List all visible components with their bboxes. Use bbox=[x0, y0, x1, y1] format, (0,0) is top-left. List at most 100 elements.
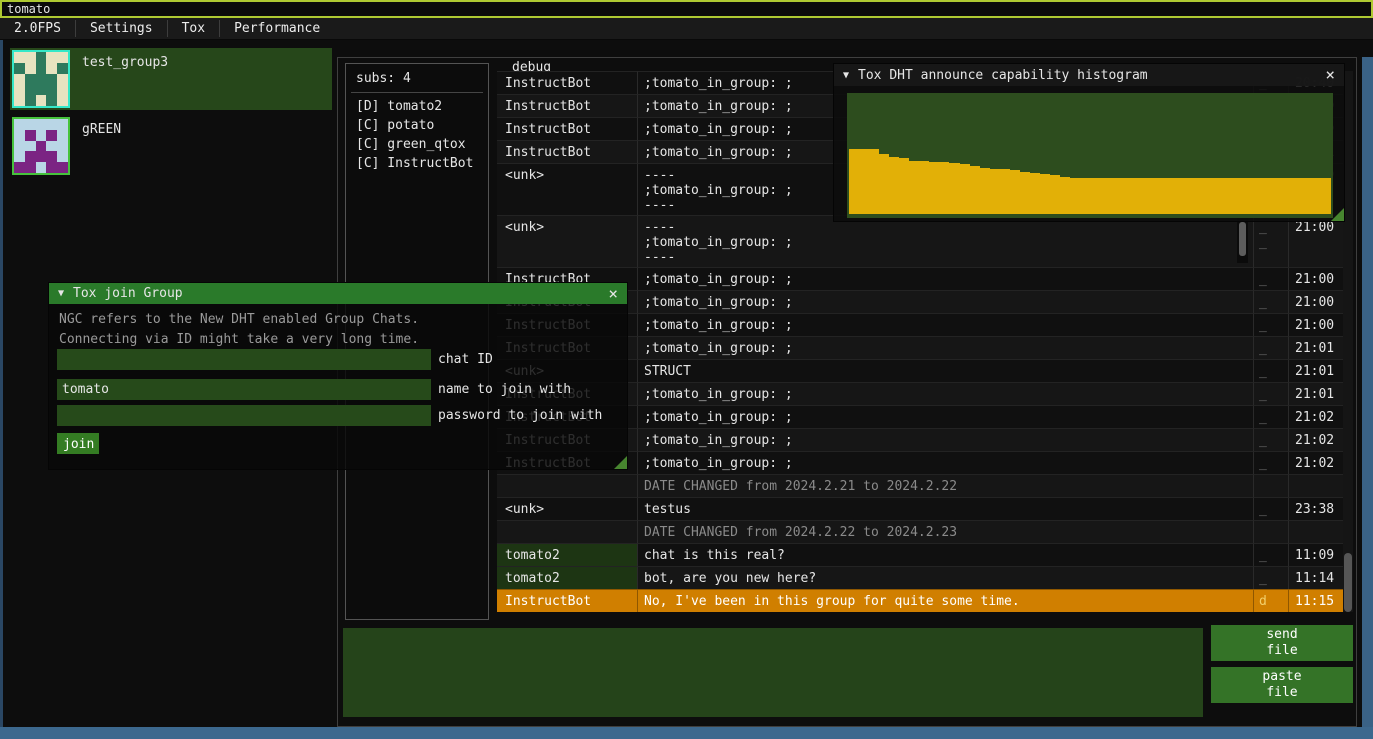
avatar-pixel bbox=[25, 141, 36, 152]
histogram-bin bbox=[1211, 178, 1221, 214]
histogram-bin bbox=[960, 164, 970, 214]
menu-settings[interactable]: Settings bbox=[76, 18, 167, 39]
chat-message-row[interactable]: <unk>---- ;tomato_in_group: ; ----_ _21:… bbox=[497, 215, 1343, 267]
histogram-bin bbox=[1261, 178, 1271, 214]
chat-system-row[interactable]: DATE CHANGED from 2024.2.21 to 2024.2.22 bbox=[497, 474, 1343, 497]
sender-cell: tomato2 bbox=[497, 543, 637, 566]
join-group-window-titlebar[interactable]: ▼ Tox join Group × bbox=[49, 283, 627, 304]
close-icon[interactable]: × bbox=[1325, 68, 1335, 82]
message-cell: ---- ;tomato_in_group: ; ---- bbox=[637, 215, 1253, 267]
close-icon[interactable]: × bbox=[608, 287, 618, 301]
chat-message-row[interactable]: <unk>testus_ _23:38 bbox=[497, 497, 1343, 520]
histogram-bin bbox=[1321, 178, 1331, 214]
collapse-arrow-icon[interactable]: ▼ bbox=[843, 70, 849, 81]
message-cell: DATE CHANGED from 2024.2.21 to 2024.2.22 bbox=[637, 474, 1253, 497]
avatar-pixel bbox=[25, 151, 36, 162]
member-item-green_qtox[interactable]: [C] green_qtox bbox=[346, 135, 488, 154]
status-cell: _ _ bbox=[1253, 267, 1288, 290]
sender-cell: InstructBot bbox=[497, 71, 637, 94]
group-item-test_group3[interactable]: test_group3 bbox=[10, 48, 332, 110]
avatar-pixel bbox=[25, 162, 36, 173]
histogram-bin bbox=[869, 149, 879, 214]
group-name: test_group3 bbox=[82, 55, 168, 70]
resize-grip-icon[interactable] bbox=[1331, 208, 1344, 221]
avatar-pixel bbox=[57, 84, 68, 95]
window-title: tomato bbox=[7, 2, 50, 16]
sender-cell: <unk> bbox=[497, 215, 637, 267]
chat-message-row[interactable]: InstructBotNo, I've been in this group f… bbox=[497, 589, 1343, 612]
dht-histogram-window-titlebar[interactable]: ▼ Tox DHT announce capability histogram … bbox=[834, 64, 1344, 86]
histogram-bin bbox=[1171, 178, 1181, 214]
avatar-pixel bbox=[36, 84, 47, 95]
histogram-bin bbox=[1040, 174, 1050, 214]
message-cell: ;tomato_in_group: ; bbox=[637, 428, 1253, 451]
member-item-potato[interactable]: [C] potato bbox=[346, 116, 488, 135]
time-cell bbox=[1288, 474, 1343, 497]
divider bbox=[351, 92, 483, 93]
avatar-pixel bbox=[36, 162, 47, 173]
dht-histogram-window-title: Tox DHT announce capability histogram bbox=[858, 68, 1316, 83]
chat-scrollbar-thumb[interactable] bbox=[1344, 553, 1352, 612]
message-cell-scrollbar-thumb[interactable] bbox=[1239, 222, 1246, 256]
collapse-arrow-icon[interactable]: ▼ bbox=[58, 288, 64, 299]
resize-grip-icon[interactable] bbox=[614, 456, 627, 469]
message-cell: DATE CHANGED from 2024.2.22 to 2024.2.23 bbox=[637, 520, 1253, 543]
histogram-bin bbox=[889, 157, 899, 214]
group-item-gREEN[interactable]: gREEN bbox=[10, 115, 332, 177]
join-button[interactable]: join bbox=[57, 433, 99, 454]
avatar-pixel bbox=[36, 119, 47, 130]
histogram-bin bbox=[929, 162, 939, 214]
avatar-pixel bbox=[46, 95, 57, 106]
status-cell: _ _ bbox=[1253, 382, 1288, 405]
time-cell: 23:38 bbox=[1288, 497, 1343, 520]
message-cell: ;tomato_in_group: ; bbox=[637, 451, 1253, 474]
avatar-pixel bbox=[14, 162, 25, 173]
histogram-bin bbox=[970, 166, 980, 214]
menu-tox[interactable]: Tox bbox=[168, 18, 219, 39]
window-titlebar[interactable]: tomato bbox=[0, 0, 1373, 18]
avatar-pixel bbox=[25, 130, 36, 141]
avatar-pixel bbox=[36, 151, 47, 162]
message-cell: bot, are you new here? bbox=[637, 566, 1253, 589]
chat-message-row[interactable]: tomato2bot, are you new here?_ _11:14 bbox=[497, 566, 1343, 589]
join-password-input[interactable] bbox=[57, 405, 431, 426]
avatar-pixel bbox=[14, 119, 25, 130]
avatar-pixel bbox=[57, 162, 68, 173]
join-name-input[interactable] bbox=[57, 379, 431, 400]
join-info-line: Connecting via ID might take a very long… bbox=[59, 332, 419, 347]
group-avatar bbox=[12, 50, 70, 108]
chat-id-input[interactable] bbox=[57, 349, 431, 370]
menu-bar: 2.0FPSSettingsToxPerformance bbox=[0, 18, 1373, 40]
sender-cell bbox=[497, 474, 637, 497]
time-cell: 21:00 bbox=[1288, 267, 1343, 290]
join-info-line: NGC refers to the New DHT enabled Group … bbox=[59, 312, 419, 327]
histogram-bin bbox=[1241, 178, 1251, 214]
sender-cell: <unk> bbox=[497, 163, 637, 215]
message-cell: chat is this real? bbox=[637, 543, 1253, 566]
histogram-bin bbox=[1181, 178, 1191, 214]
sender-cell: InstructBot bbox=[497, 94, 637, 117]
histogram-bin bbox=[1110, 178, 1120, 214]
avatar-pixel bbox=[46, 119, 57, 130]
members-count-label: subs: 4 bbox=[346, 64, 488, 86]
chat-message-row[interactable]: tomato2chat is this real?_ _11:09 bbox=[497, 543, 1343, 566]
avatar-pixel bbox=[25, 63, 36, 74]
histogram-bin bbox=[1030, 173, 1040, 214]
message-input[interactable] bbox=[343, 628, 1203, 717]
join-field-label: chat ID bbox=[438, 349, 493, 367]
avatar-pixel bbox=[57, 130, 68, 141]
status-cell bbox=[1253, 474, 1288, 497]
avatar-pixel bbox=[36, 130, 47, 141]
avatar-pixel bbox=[46, 141, 57, 152]
chat-system-row[interactable]: DATE CHANGED from 2024.2.22 to 2024.2.23 bbox=[497, 520, 1343, 543]
member-item-tomato2[interactable]: [D] tomato2 bbox=[346, 97, 488, 116]
paste-file-button[interactable]: paste file bbox=[1211, 667, 1353, 703]
time-cell: 21:01 bbox=[1288, 336, 1343, 359]
menu-performance[interactable]: Performance bbox=[220, 18, 334, 39]
avatar-pixel bbox=[46, 52, 57, 63]
status-cell: _ _ bbox=[1253, 566, 1288, 589]
send-file-button[interactable]: send file bbox=[1211, 625, 1353, 661]
time-cell bbox=[1288, 520, 1343, 543]
member-item-InstructBot[interactable]: [C] InstructBot bbox=[346, 154, 488, 173]
status-cell bbox=[1253, 520, 1288, 543]
